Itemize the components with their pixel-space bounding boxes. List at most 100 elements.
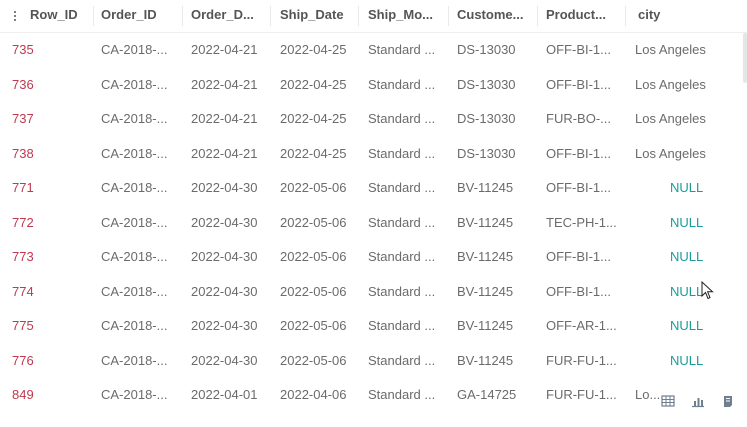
- column-divider[interactable]: [358, 6, 359, 26]
- cell-city[interactable]: NULL: [670, 344, 747, 379]
- cell-customer[interactable]: DS-13030: [457, 137, 537, 172]
- cell-city[interactable]: Los Angeles: [635, 68, 735, 103]
- cell-ship-date[interactable]: 2022-05-06: [280, 206, 360, 241]
- cell-ship-mode[interactable]: Standard ...: [368, 275, 448, 310]
- table-row[interactable]: 735 CA-2018-... 2022-04-21 2022-04-25 Standa…: [0, 33, 747, 68]
- cell-customer[interactable]: BV-11245: [457, 171, 537, 206]
- cell-row-id[interactable]: 776: [12, 344, 72, 379]
- column-header-product[interactable]: Product...: [546, 0, 626, 32]
- cell-order-id[interactable]: CA-2018-...: [101, 275, 181, 310]
- cell-ship-date[interactable]: 2022-05-06: [280, 171, 360, 206]
- cell-product[interactable]: OFF-BI-1...: [546, 275, 626, 310]
- cell-ship-mode[interactable]: Standard ...: [368, 240, 448, 275]
- column-divider[interactable]: [93, 6, 94, 26]
- cell-product[interactable]: OFF-BI-1...: [546, 171, 626, 206]
- cell-order-id[interactable]: CA-2018-...: [101, 137, 181, 172]
- column-divider[interactable]: [270, 6, 271, 26]
- table-row[interactable]: 849 CA-2018-... 2022-04-01 2022-04-06 Standa…: [0, 378, 747, 413]
- cell-row-id[interactable]: 773: [12, 240, 72, 275]
- cell-ship-mode[interactable]: Standard ...: [368, 378, 448, 413]
- cell-row-id[interactable]: 772: [12, 206, 72, 241]
- table-row[interactable]: 771 CA-2018-... 2022-04-30 2022-05-06 Standa…: [0, 171, 747, 206]
- cell-order-id[interactable]: CA-2018-...: [101, 171, 181, 206]
- cell-product[interactable]: FUR-BO-...: [546, 102, 626, 137]
- export-icon[interactable]: [721, 394, 735, 408]
- cell-row-id[interactable]: 849: [12, 378, 72, 413]
- cell-ship-mode[interactable]: Standard ...: [368, 206, 448, 241]
- cell-row-id[interactable]: 774: [12, 275, 72, 310]
- cell-product[interactable]: FUR-FU-1...: [546, 378, 626, 413]
- cell-city[interactable]: NULL: [670, 206, 747, 241]
- cell-city[interactable]: NULL: [670, 240, 747, 275]
- column-header-row-id[interactable]: Row_ID: [30, 0, 90, 32]
- cell-product[interactable]: OFF-BI-1...: [546, 33, 626, 68]
- cell-row-id[interactable]: 737: [12, 102, 72, 137]
- cell-order-id[interactable]: CA-2018-...: [101, 206, 181, 241]
- cell-order-date[interactable]: 2022-04-21: [191, 33, 271, 68]
- cell-order-date[interactable]: 2022-04-30: [191, 275, 271, 310]
- cell-product[interactable]: OFF-BI-1...: [546, 68, 626, 103]
- column-header-order-id[interactable]: Order_ID: [101, 0, 181, 32]
- cell-ship-date[interactable]: 2022-05-06: [280, 275, 360, 310]
- table-row[interactable]: 775 CA-2018-... 2022-04-30 2022-05-06 Standa…: [0, 309, 747, 344]
- cell-customer[interactable]: BV-11245: [457, 206, 537, 241]
- cell-order-date[interactable]: 2022-04-30: [191, 309, 271, 344]
- column-header-order-date[interactable]: Order_D...: [191, 0, 271, 32]
- cell-order-id[interactable]: CA-2018-...: [101, 68, 181, 103]
- column-header-city[interactable]: city: [638, 0, 738, 32]
- cell-ship-mode[interactable]: Standard ...: [368, 33, 448, 68]
- cell-row-id[interactable]: 775: [12, 309, 72, 344]
- cell-order-id[interactable]: CA-2018-...: [101, 344, 181, 379]
- column-drag-handle-icon[interactable]: [12, 9, 18, 23]
- cell-order-date[interactable]: 2022-04-01: [191, 378, 271, 413]
- cell-city[interactable]: NULL: [670, 309, 747, 344]
- cell-customer[interactable]: GA-14725: [457, 378, 537, 413]
- cell-customer[interactable]: DS-13030: [457, 33, 537, 68]
- column-divider[interactable]: [448, 6, 449, 26]
- column-header-ship-mode[interactable]: Ship_Mo...: [368, 0, 448, 32]
- cell-row-id[interactable]: 735: [12, 33, 72, 68]
- table-row[interactable]: 773 CA-2018-... 2022-04-30 2022-05-06 Standa…: [0, 240, 747, 275]
- cell-ship-mode[interactable]: Standard ...: [368, 344, 448, 379]
- cell-product[interactable]: OFF-BI-1...: [546, 137, 626, 172]
- cell-order-id[interactable]: CA-2018-...: [101, 33, 181, 68]
- cell-ship-mode[interactable]: Standard ...: [368, 137, 448, 172]
- cell-order-id[interactable]: CA-2018-...: [101, 309, 181, 344]
- cell-city[interactable]: NULL: [670, 171, 747, 206]
- cell-ship-date[interactable]: 2022-04-25: [280, 137, 360, 172]
- cell-ship-date[interactable]: 2022-04-25: [280, 68, 360, 103]
- cell-customer[interactable]: DS-13030: [457, 102, 537, 137]
- cell-ship-mode[interactable]: Standard ...: [368, 68, 448, 103]
- table-view-icon[interactable]: [661, 394, 675, 408]
- cell-city[interactable]: Los Angeles: [635, 137, 735, 172]
- cell-ship-mode[interactable]: Standard ...: [368, 309, 448, 344]
- table-row[interactable]: 774 CA-2018-... 2022-04-30 2022-05-06 Standa…: [0, 275, 747, 310]
- cell-product[interactable]: TEC-PH-1...: [546, 206, 626, 241]
- cell-order-id[interactable]: CA-2018-...: [101, 240, 181, 275]
- table-row[interactable]: 776 CA-2018-... 2022-04-30 2022-05-06 Standa…: [0, 344, 747, 379]
- table-row[interactable]: 738 CA-2018-... 2022-04-21 2022-04-25 Standa…: [0, 137, 747, 172]
- cell-ship-mode[interactable]: Standard ...: [368, 171, 448, 206]
- cell-ship-date[interactable]: 2022-05-06: [280, 344, 360, 379]
- cell-order-date[interactable]: 2022-04-21: [191, 68, 271, 103]
- cell-product[interactable]: OFF-BI-1...: [546, 240, 626, 275]
- cell-ship-mode[interactable]: Standard ...: [368, 102, 448, 137]
- table-row[interactable]: 736 CA-2018-... 2022-04-21 2022-04-25 Standa…: [0, 68, 747, 103]
- table-row[interactable]: 772 CA-2018-... 2022-04-30 2022-05-06 Standa…: [0, 206, 747, 241]
- cell-ship-date[interactable]: 2022-04-25: [280, 33, 360, 68]
- cell-row-id[interactable]: 771: [12, 171, 72, 206]
- column-divider[interactable]: [537, 6, 538, 26]
- cell-customer[interactable]: BV-11245: [457, 240, 537, 275]
- cell-customer[interactable]: BV-11245: [457, 344, 537, 379]
- column-divider[interactable]: [182, 6, 183, 26]
- cell-ship-date[interactable]: 2022-04-06: [280, 378, 360, 413]
- cell-order-date[interactable]: 2022-04-30: [191, 171, 271, 206]
- cell-order-date[interactable]: 2022-04-21: [191, 102, 271, 137]
- cell-order-date[interactable]: 2022-04-30: [191, 240, 271, 275]
- cell-order-id[interactable]: CA-2018-...: [101, 102, 181, 137]
- cell-customer[interactable]: DS-13030: [457, 68, 537, 103]
- cell-order-id[interactable]: CA-2018-...: [101, 378, 181, 413]
- column-header-customer[interactable]: Custome...: [457, 0, 537, 32]
- cell-ship-date[interactable]: 2022-05-06: [280, 309, 360, 344]
- cell-customer[interactable]: BV-11245: [457, 309, 537, 344]
